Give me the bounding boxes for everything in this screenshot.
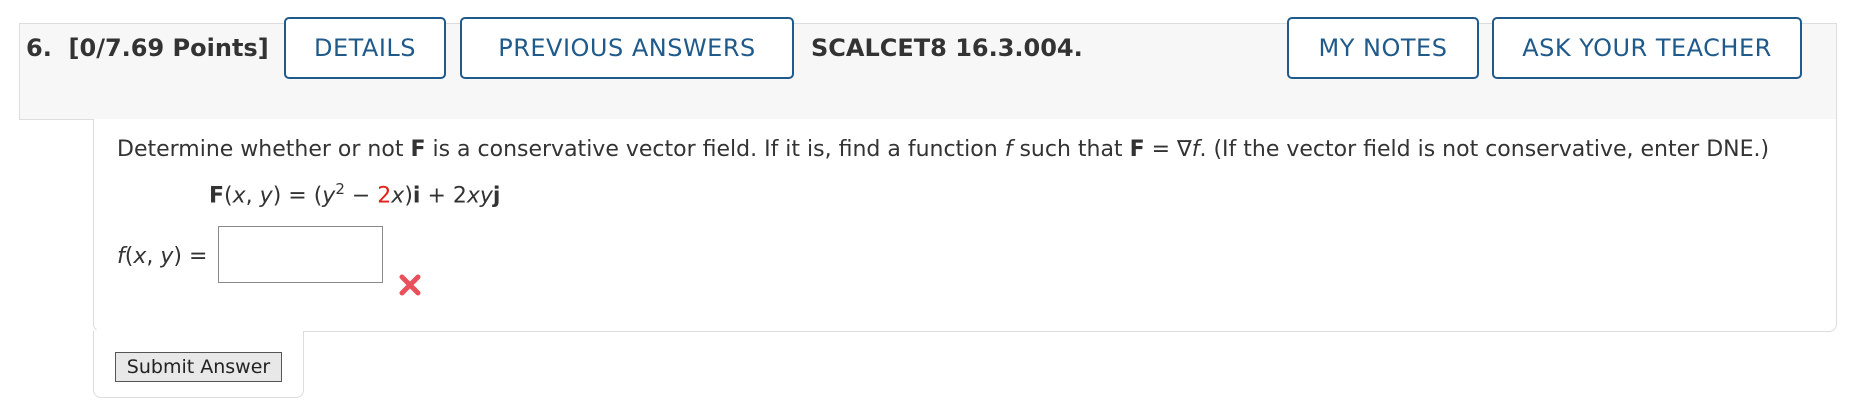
question-number-points: 6. [0/7.69 Points]: [26, 34, 269, 62]
previous-answers-button[interactable]: PREVIOUS ANSWERS: [460, 17, 794, 79]
problem-code: SCALCET8 16.3.004.: [811, 34, 1083, 62]
details-button[interactable]: DETAILS: [284, 17, 446, 79]
incorrect-x-icon: [399, 274, 421, 296]
ask-your-teacher-button[interactable]: ASK YOUR TEACHER: [1492, 17, 1802, 79]
panel-joint: [94, 330, 303, 333]
vector-field-symbol: F: [410, 137, 426, 162]
my-notes-button[interactable]: MY NOTES: [1287, 17, 1479, 79]
highlighted-coefficient: 2: [377, 183, 392, 209]
answer-label: f(x, y) =: [117, 244, 208, 269]
vector-field-formula: F(x, y) = (y2 − 2x)i + 2xyj: [209, 180, 501, 209]
submit-answer-button[interactable]: Submit Answer: [115, 352, 282, 382]
question-prompt: Determine whether or not F is a conserva…: [117, 137, 1770, 162]
question-points: [0/7.69 Points]: [68, 34, 269, 62]
answer-input[interactable]: [218, 226, 383, 283]
question-number: 6.: [26, 34, 52, 62]
